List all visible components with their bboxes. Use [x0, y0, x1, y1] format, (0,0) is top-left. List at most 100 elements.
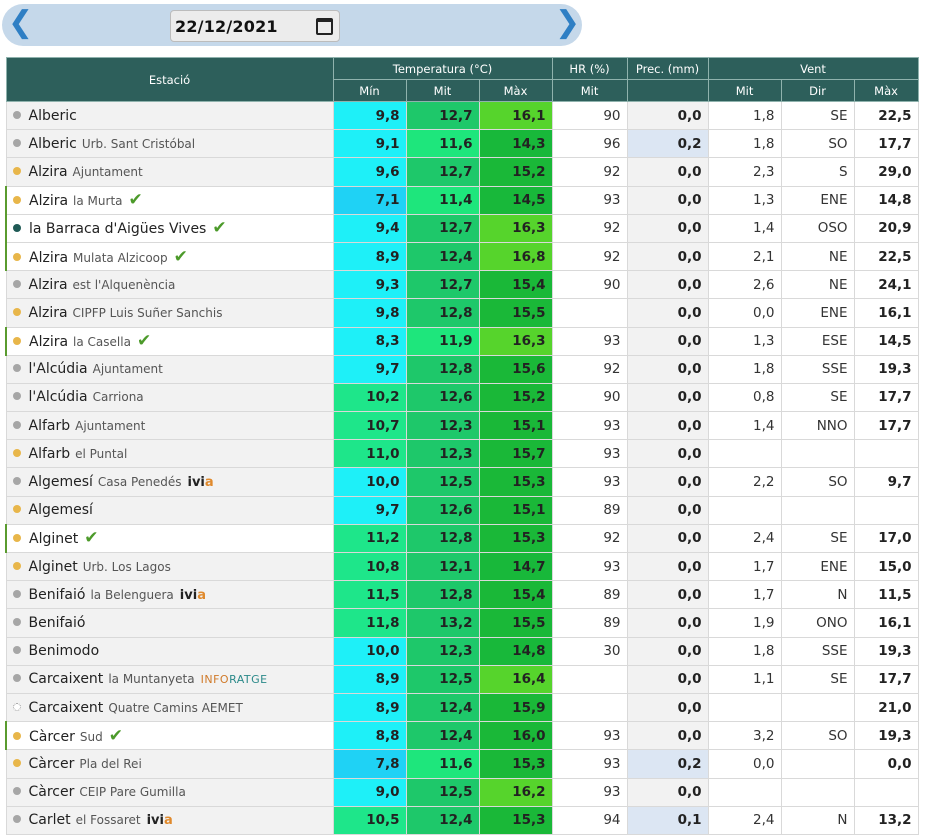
table-row[interactable]: Alfarb Ajuntament 10,7 12,3 15,1 93 0,0 1,4 NNO 1…: [5, 411, 919, 441]
wind-max-cell: [853, 495, 919, 525]
hr-cell: 93: [551, 185, 628, 215]
table-row[interactable]: Benimodo 10,0 12,3 14,8 30 0,0 1,8 SSE 19,3: [5, 636, 919, 666]
hr-cell: 89: [551, 608, 628, 638]
station-cell[interactable]: Alzira la Murta ✔: [5, 185, 334, 215]
wind-max-cell: 16,1: [853, 608, 919, 638]
station-cell[interactable]: Alfarb Ajuntament: [5, 411, 334, 441]
wind-dir-cell: NNO: [780, 411, 855, 441]
station-cell[interactable]: la Barraca d'Aigües Vives ✔: [5, 213, 334, 243]
station-cell[interactable]: Càrcer CEIP Pare Gumilla: [5, 777, 334, 807]
calendar-icon[interactable]: [316, 18, 333, 35]
wind-max-cell: 0,0: [853, 749, 919, 779]
station-cell[interactable]: Benifaió: [5, 608, 334, 638]
temp-min-cell: 10,8: [332, 551, 407, 582]
temp-mit-cell: 12,3: [405, 636, 480, 666]
station-name: Alzira: [28, 163, 68, 180]
table-row[interactable]: Carcaixent Quatre Camins AEMET 8,9 12,4 15,9…: [5, 692, 919, 723]
table-row[interactable]: Càrcer Pla del Rei 7,8 11,6 15,3 93 0,2 0,0 0,0: [5, 749, 919, 779]
temp-mit-cell: 12,4: [405, 692, 480, 723]
prec-cell: 0,0: [626, 185, 709, 215]
station-cell[interactable]: Alfarb el Puntal: [5, 439, 334, 469]
table-row[interactable]: Algemesí 9,7 12,6 15,1 89 0,0: [5, 495, 919, 525]
table-row[interactable]: Alfarb el Puntal 11,0 12,3 15,7 93 0,0: [5, 439, 919, 469]
temp-max-cell: 15,1: [478, 495, 553, 525]
wind-max-cell: 19,3: [853, 721, 919, 751]
station-cell[interactable]: Algemesí Casa Penedés ivia: [5, 467, 334, 497]
table-row[interactable]: Alberic Urb. Sant Cristóbal 9,1 11,6 14,3 96 0…: [5, 129, 919, 159]
chevron-left-icon[interactable]: ❮: [8, 7, 33, 39]
table-row[interactable]: Carcaixent la Muntanyeta INFORATGE 8,9 12,5 1…: [5, 664, 919, 694]
station-location: Casa Penedés: [97, 475, 182, 490]
table-row[interactable]: Alberic 9,8 12,7 16,1 90 0,0 1,8 SE 22,5: [5, 100, 919, 131]
table-row[interactable]: Alginet ✔ 11,2 12,8 15,3 92 0,0 2,4 SE 17,0: [5, 523, 919, 554]
station-name: Benifaió: [28, 614, 86, 631]
wind-mit-cell: 1,8: [707, 129, 782, 159]
temp-mit-cell: 11,6: [405, 129, 480, 159]
temp-mit-cell: 12,5: [405, 777, 480, 807]
station-cell[interactable]: Alzira Ajuntament: [5, 157, 334, 187]
station-cell[interactable]: Alzira la Casella ✔: [5, 326, 334, 356]
header-prec: Prec. (mm): [626, 57, 709, 80]
wind-dir-cell: ENE: [780, 185, 855, 215]
station-cell[interactable]: l'Alcúdia Carriona: [5, 382, 334, 413]
station-cell[interactable]: Benimodo: [5, 636, 334, 666]
wind-dir-cell: SE: [780, 382, 855, 413]
table-row[interactable]: Alzira CIPFP Luis Suñer Sanchis 9,8 12,8 15,…: [5, 298, 919, 328]
status-dot-icon: [12, 589, 21, 598]
table-row[interactable]: l'Alcúdia Carriona 10,2 12,6 15,2 90 0,0 0,8 SE 1…: [5, 382, 919, 413]
wind-max-cell: 17,7: [853, 664, 919, 694]
station-cell[interactable]: Alginet Urb. Los Lagos: [5, 551, 334, 582]
table-row[interactable]: Alginet Urb. Los Lagos 10,8 12,1 14,7 93 0,0 1,…: [5, 551, 919, 582]
station-cell[interactable]: Alzira est l'Alquenència: [5, 270, 334, 300]
table-row[interactable]: Algemesí Casa Penedés ivia 10,0 12,5 15,3 93 0,…: [5, 467, 919, 497]
station-cell[interactable]: Carcaixent Quatre Camins AEMET: [5, 692, 334, 723]
prec-cell: 0,0: [626, 382, 709, 413]
station-cell[interactable]: Càrcer Sud ✔: [5, 721, 334, 751]
temp-min-cell: 8,9: [332, 664, 407, 694]
prec-cell: 0,0: [626, 777, 709, 807]
temp-min-cell: 9,6: [332, 157, 407, 187]
station-cell[interactable]: Alberic: [5, 100, 334, 131]
wind-mit-cell: [707, 777, 782, 807]
station-cell[interactable]: Càrcer Pla del Rei: [5, 749, 334, 779]
station-cell[interactable]: Alzira Mulata Alzicoop ✔: [5, 241, 334, 272]
hr-cell: 93: [551, 551, 628, 582]
table-row[interactable]: Alzira est l'Alquenència 9,3 12,7 15,4 90 0,0 2…: [5, 270, 919, 300]
station-location: la Murta: [73, 194, 123, 209]
wind-mit-cell: [707, 692, 782, 723]
wind-mit-cell: 3,2: [707, 721, 782, 751]
station-location: Ajuntament: [75, 418, 146, 433]
status-dot-icon: [12, 477, 21, 486]
wind-dir-cell: NE: [780, 270, 855, 300]
table-row[interactable]: l'Alcúdia Ajuntament 9,7 12,8 15,6 92 0,0 1,8 SS…: [5, 354, 919, 384]
table-row[interactable]: Alzira la Murta ✔ 7,1 11,4 14,5 93 0,0 1,3 ENE 14,…: [5, 185, 919, 215]
table-row[interactable]: Carlet el Fossaret ivia 10,5 12,4 15,3 94 0,1 2,…: [5, 805, 919, 835]
station-cell[interactable]: Alberic Urb. Sant Cristóbal: [5, 129, 334, 159]
temp-min-cell: 9,8: [332, 298, 407, 328]
table-row[interactable]: Alzira la Casella ✔ 8,3 11,9 16,3 93 0,0 1,3 ESE 1…: [5, 326, 919, 356]
table-row[interactable]: Càrcer CEIP Pare Gumilla 9,0 12,5 16,2 93 0,0: [5, 777, 919, 807]
table-row[interactable]: Càrcer Sud ✔ 8,8 12,4 16,0 93 0,0 3,2 SO 19,3: [5, 721, 919, 751]
station-cell[interactable]: Benifaió la Belenguera ivia: [5, 580, 334, 610]
date-input[interactable]: 22/12/2021: [170, 10, 340, 42]
table-row[interactable]: Benifaió 11,8 13,2 15,5 89 0,0 1,9 ONO 16,1: [5, 608, 919, 638]
station-cell[interactable]: l'Alcúdia Ajuntament: [5, 354, 334, 384]
wind-dir-cell: [780, 749, 855, 779]
station-cell[interactable]: Alginet ✔: [5, 523, 334, 554]
station-cell[interactable]: Carcaixent la Muntanyeta INFORATGE: [5, 664, 334, 694]
station-location: Urb. Los Lagos: [82, 559, 171, 574]
wind-dir-cell: S: [780, 157, 855, 187]
station-name: Alginet: [28, 558, 78, 575]
prec-cell: 0,0: [626, 721, 709, 751]
station-cell[interactable]: Alzira CIPFP Luis Suñer Sanchis: [5, 298, 334, 328]
table-row[interactable]: Alzira Mulata Alzicoop ✔ 8,9 12,4 16,8 92 0,0 2,…: [5, 241, 919, 272]
station-cell[interactable]: Algemesí: [5, 495, 334, 525]
table-row[interactable]: Alzira Ajuntament 9,6 12,7 15,2 92 0,0 2,3 S 29,0: [5, 157, 919, 187]
wind-mit-cell: 2,4: [707, 523, 782, 554]
chevron-right-icon[interactable]: ❯: [555, 7, 580, 39]
wind-max-cell: 13,2: [853, 805, 919, 835]
table-row[interactable]: la Barraca d'Aigües Vives ✔ 9,4 12,7 16,3 92 0…: [5, 213, 919, 243]
table-row[interactable]: Benifaió la Belenguera ivia 11,5 12,8 15,4 89 0…: [5, 580, 919, 610]
temp-max-cell: 15,2: [478, 157, 553, 187]
station-cell[interactable]: Carlet el Fossaret ivia: [5, 805, 334, 835]
